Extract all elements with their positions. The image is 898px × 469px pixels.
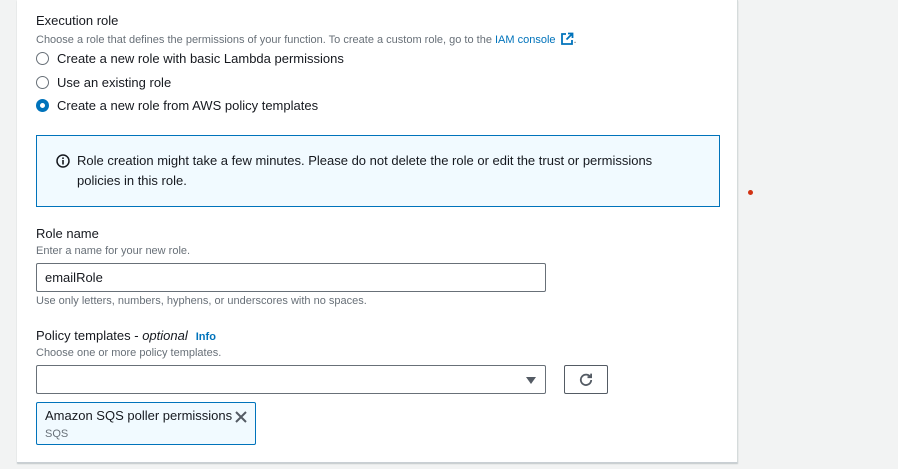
policy-templates-optional: optional xyxy=(142,328,188,343)
policy-templates-label: Policy templates - optional Info xyxy=(36,328,216,343)
policy-templates-info-link[interactable]: Info xyxy=(196,331,216,343)
radio-label-basic-lambda: Create a new role with basic Lambda perm… xyxy=(57,51,344,66)
execution-role-label: Execution role xyxy=(36,13,119,28)
role-name-label: Role name xyxy=(36,226,99,241)
radio-option-existing-role[interactable]: Use an existing role xyxy=(36,75,171,90)
info-alert: Role creation might take a few minutes. … xyxy=(36,135,720,207)
role-name-input[interactable] xyxy=(36,263,546,292)
execution-role-description-text: Choose a role that defines the permissio… xyxy=(36,34,495,46)
caret-down-icon xyxy=(526,377,536,384)
policy-templates-select[interactable] xyxy=(36,365,546,394)
policy-templates-label-text: Policy templates - xyxy=(36,328,143,343)
refresh-icon xyxy=(579,373,593,386)
radio-label-policy-templates: Create a new role from AWS policy templa… xyxy=(57,98,319,113)
radio-button-existing-role[interactable] xyxy=(36,76,49,89)
status-indicator-dot xyxy=(748,190,753,195)
alert-message: Role creation might take a few minutes. … xyxy=(77,153,653,188)
policy-templates-description: Choose one or more policy templates. xyxy=(36,347,222,359)
radio-option-basic-lambda[interactable]: Create a new role with basic Lambda perm… xyxy=(36,51,344,66)
token-sublabel: SQS xyxy=(45,428,69,440)
close-icon[interactable] xyxy=(234,410,248,424)
execution-role-description: Choose a role that defines the permissio… xyxy=(36,32,577,46)
iam-console-link[interactable]: IAM console xyxy=(495,34,556,46)
refresh-button[interactable] xyxy=(564,365,608,394)
execution-role-panel: Execution role Choose a role that define… xyxy=(17,0,738,463)
radio-label-existing-role: Use an existing role xyxy=(57,75,172,90)
radio-button-policy-templates[interactable] xyxy=(36,99,49,112)
info-icon xyxy=(56,154,70,168)
selected-policy-token: Amazon SQS poller permissions SQS xyxy=(36,402,256,445)
role-name-constraint: Use only letters, numbers, hyphens, or u… xyxy=(36,295,367,307)
token-label: Amazon SQS poller permissions xyxy=(45,408,233,423)
execution-role-description-suffix: . xyxy=(573,34,577,46)
radio-button-basic-lambda[interactable] xyxy=(36,52,49,65)
external-link-icon[interactable] xyxy=(560,32,574,46)
radio-option-policy-templates[interactable]: Create a new role from AWS policy templa… xyxy=(36,98,318,113)
role-name-description: Enter a name for your new role. xyxy=(36,245,191,257)
